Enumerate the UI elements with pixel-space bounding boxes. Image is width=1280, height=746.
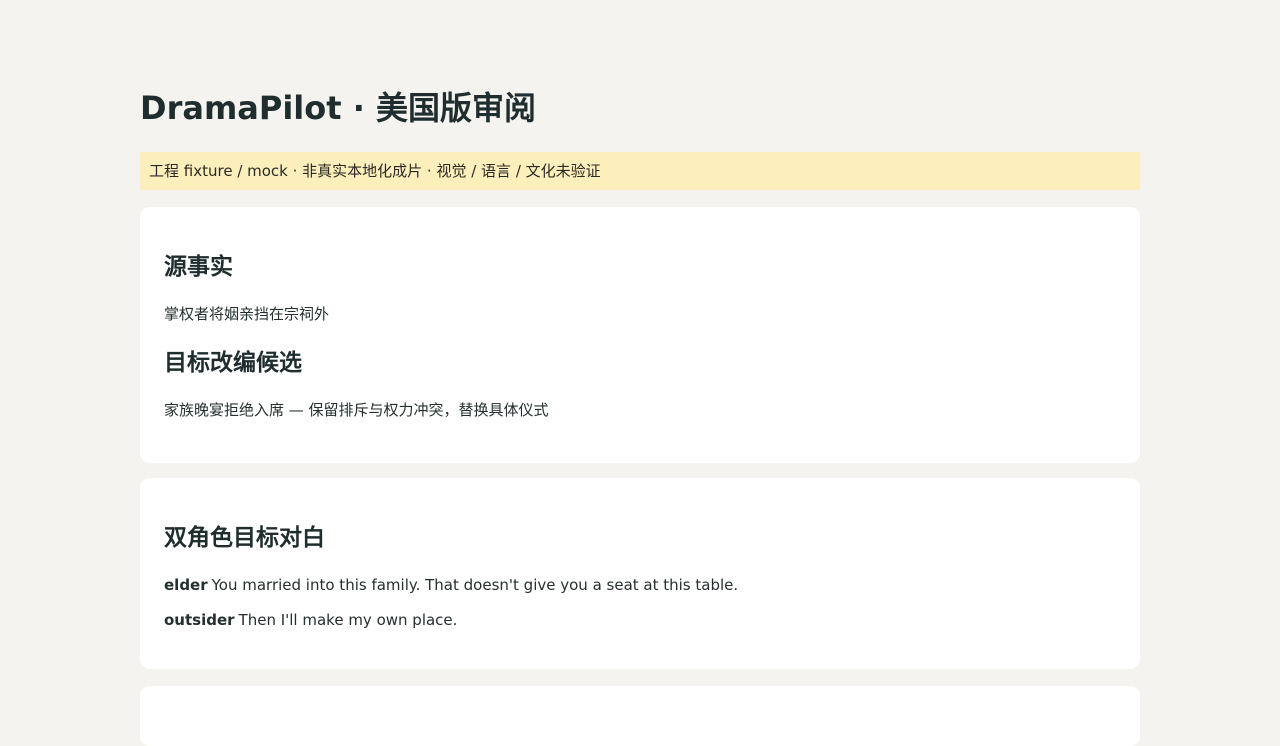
dialogue-speaker: outsider <box>164 611 235 629</box>
mock-warning-banner: 工程 fixture / mock · 非真实本地化成片 · 视觉 / 语言 /… <box>140 152 1140 190</box>
target-candidate-text: 家族晚宴拒绝入席 — 保留排斥与权力冲突，替换具体仪式 <box>164 401 549 419</box>
adaptation-card: 源事实 掌权者将姻亲挡在宗祠外 目标改编候选 家族晚宴拒绝入席 — 保留排斥与权… <box>140 207 1140 463</box>
next-card <box>140 686 1140 746</box>
source-facts-text: 掌权者将姻亲挡在宗祠外 <box>164 305 330 323</box>
dialogue-text: Then I'll make my own place. <box>238 611 458 629</box>
dialogue-card: 双角色目标对白 elder You married into this famil… <box>140 478 1140 669</box>
dialogue-speaker: elder <box>164 576 208 594</box>
target-candidate-heading: 目标改编候选 <box>164 350 302 376</box>
dialogue-line: outsider Then I'll make my own place. <box>164 609 457 631</box>
dialogue-line: elder You married into this family. That … <box>164 574 738 596</box>
dialogue-text: You married into this family. That doesn… <box>211 576 739 594</box>
source-facts-heading: 源事实 <box>164 254 233 280</box>
page-title: DramaPilot · 美国版审阅 <box>140 89 536 127</box>
dialogue-heading: 双角色目标对白 <box>164 525 325 551</box>
